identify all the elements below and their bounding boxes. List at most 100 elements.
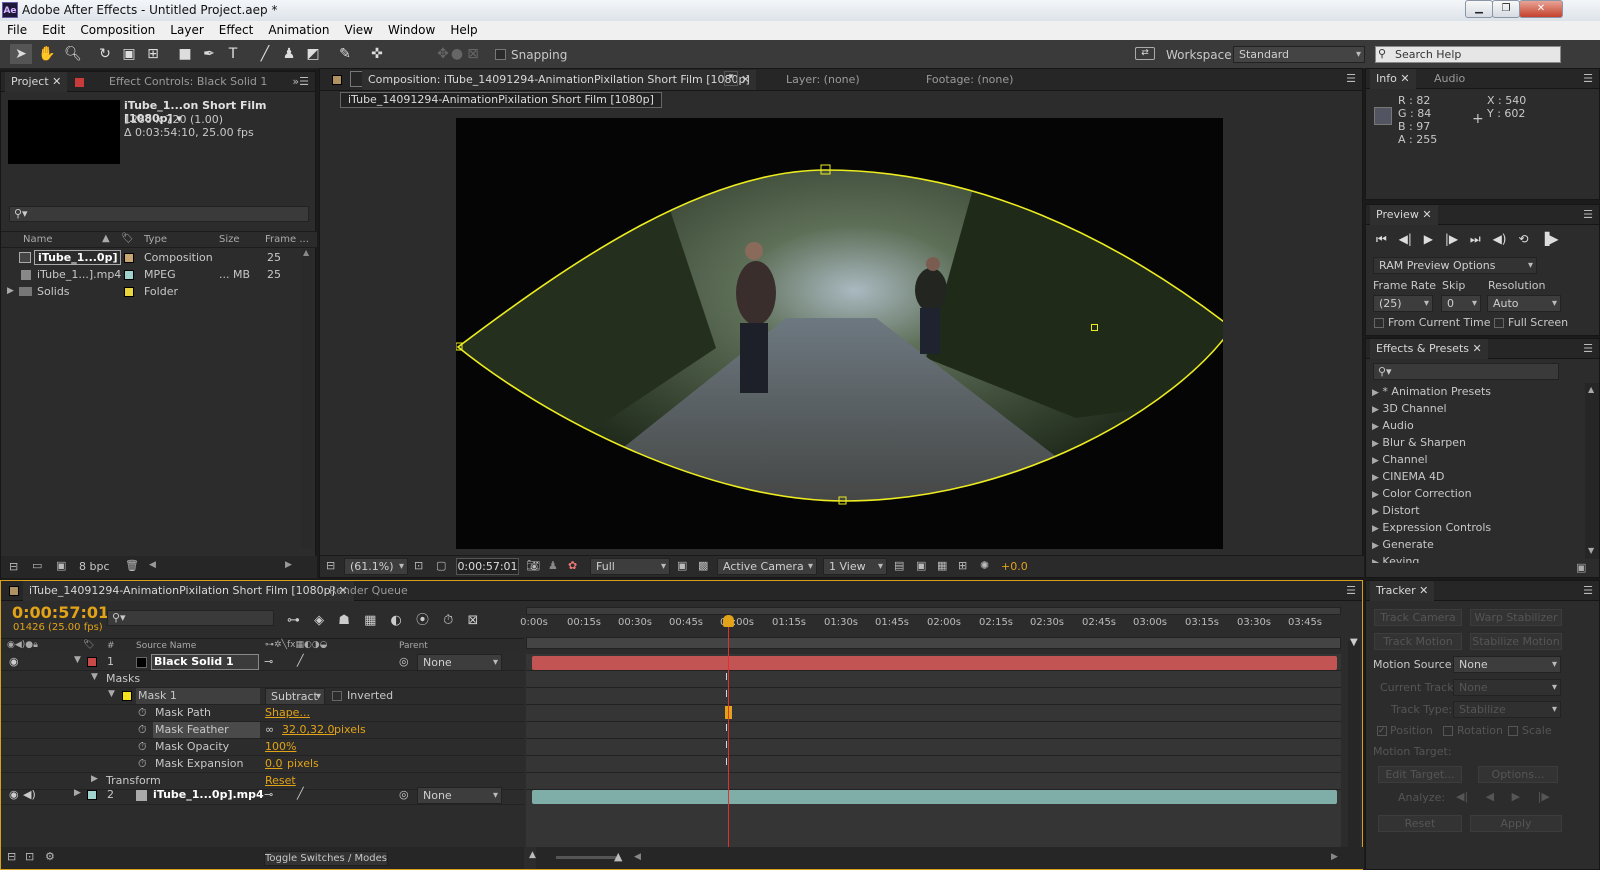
tab-footage[interactable]: Footage: (none) [920, 70, 1019, 90]
tab-composition[interactable]: Composition: iTube_14091294-AnimationPix… [362, 70, 756, 90]
snapshot-icon[interactable]: 📷︎ [526, 559, 540, 572]
mask-visibility-icon[interactable]: ▢ [436, 559, 446, 572]
panel-menu-icon[interactable]: »☰ [292, 75, 309, 88]
panel-menu-icon[interactable]: ☰ [1583, 342, 1593, 355]
type-tool-icon[interactable]: T [222, 44, 244, 64]
shy-switch-icon[interactable]: ⊸ [264, 655, 273, 668]
effects-search-input[interactable]: ⚲▾ [1373, 363, 1559, 380]
layer-name[interactable]: Black Solid 1 [151, 654, 259, 670]
mask-vertex-right[interactable] [1091, 324, 1098, 331]
col-type[interactable]: Type [144, 234, 167, 245]
panel-menu-icon[interactable]: ☰ [1583, 584, 1593, 597]
tab-timeline[interactable]: iTube_14091294-AnimationPixilation Short… [23, 581, 354, 601]
comp-tab-dropdown-icon[interactable]: ▾ [724, 71, 738, 86]
frame-blending-icon[interactable]: ▦ [364, 613, 376, 628]
close-button[interactable]: ✕ [1519, 0, 1563, 18]
inverted-checkbox[interactable] [332, 691, 342, 701]
safe-zones-icon[interactable]: ⊡ [414, 559, 423, 572]
expand-stretch-icon[interactable]: ⚙ [45, 850, 55, 863]
reset-button[interactable]: Reset [1378, 815, 1462, 832]
label-color-swatch[interactable] [124, 270, 134, 280]
scroll-left-icon[interactable]: ◀ [149, 560, 156, 570]
workspace-sync-icon[interactable]: ⇄ [1135, 47, 1155, 60]
delete-icon[interactable]: 🗑︎ [125, 559, 139, 572]
tab-project[interactable]: Project ✕ [5, 72, 68, 92]
previous-frame-icon[interactable]: ◀| [1399, 232, 1412, 246]
shy-switch-icon[interactable]: ⊸ [264, 788, 273, 801]
list-item[interactable]: ▶ Generate [1366, 536, 1584, 553]
zoom-tool-icon[interactable]: 🔍︎ [62, 44, 84, 64]
playhead-icon[interactable] [723, 615, 734, 627]
channel-icon[interactable]: ✿ [568, 559, 577, 572]
ram-preview-options-select[interactable]: RAM Preview Options [1373, 257, 1537, 274]
track-camera-button[interactable]: Track Camera [1374, 609, 1462, 626]
expand-triangle-icon[interactable]: ▶ [91, 774, 98, 784]
layer-1-bar[interactable] [532, 656, 1337, 670]
list-item[interactable]: ▶ Distort [1366, 502, 1584, 519]
flowchart-icon[interactable]: ⊞ [958, 559, 967, 572]
menu-composition[interactable]: Composition [73, 21, 163, 37]
full-screen-checkbox[interactable] [1494, 318, 1504, 328]
view-layout-select[interactable]: 1 View [823, 558, 887, 575]
list-item[interactable]: iTube_1...].mp4 MPEG ... MB 25 [1, 266, 315, 283]
stopwatch-icon[interactable]: ⏱ [138, 706, 147, 720]
play-icon[interactable]: ▶ [1424, 232, 1433, 246]
list-item[interactable]: ▶ Keying [1366, 553, 1584, 563]
expand-triangle-icon[interactable]: ▶ [7, 283, 14, 300]
rectangle-tool-icon[interactable]: ■ [174, 44, 196, 64]
auto-keyframe-icon[interactable]: ⏱ [443, 613, 453, 628]
close-tab-icon[interactable]: ✕ [741, 73, 750, 86]
tab-tracker[interactable]: Tracker ✕ [1370, 581, 1435, 601]
mask-expansion-value[interactable]: 0.0 [265, 757, 283, 770]
show-snapshot-icon[interactable]: ♟ [548, 559, 558, 572]
list-item[interactable]: ▶ Audio [1366, 417, 1584, 434]
collapse-triangle-icon[interactable]: ▼ [91, 672, 98, 682]
pen-tool-icon[interactable]: ✒ [198, 44, 220, 64]
label-color-swatch[interactable] [124, 253, 134, 263]
list-item[interactable]: ▶ Expression Controls [1366, 519, 1584, 536]
next-frame-icon[interactable]: |▶ [1445, 232, 1458, 246]
stabilize-motion-button[interactable]: Stabilize Motion [1470, 633, 1562, 650]
visibility-eye-icon[interactable]: ◉ [9, 788, 19, 801]
mask-path-row[interactable]: ⏱ Mask Path Shape... [1, 705, 524, 722]
list-item[interactable]: ▶ Channel [1366, 451, 1584, 468]
effects-scrollbar[interactable] [1585, 383, 1599, 559]
analyze-forward-frame-icon[interactable]: |▶ [1538, 790, 1550, 803]
hand-tool-icon[interactable]: ✋ [36, 44, 58, 64]
scroll-right-icon[interactable]: ▶ [1331, 852, 1338, 862]
mask-1-row[interactable]: ▼ Mask 1 Subtract Inverted [1, 688, 524, 705]
scroll-down-icon[interactable]: ▼ [1588, 546, 1594, 555]
fast-preview-icon[interactable]: ▣ [916, 559, 926, 572]
menu-help[interactable]: Help [443, 21, 485, 37]
loop-icon[interactable]: ⟲ [1518, 232, 1528, 246]
quality-switch-icon[interactable]: ╱ [297, 787, 304, 800]
timeline-scrollbar[interactable] [1348, 641, 1360, 847]
pan-behind-tool-icon[interactable]: ⊞ [142, 44, 164, 64]
scale-checkbox[interactable] [1508, 726, 1518, 736]
panel-menu-icon[interactable]: ☰ [1583, 208, 1593, 221]
mute-icon[interactable]: ◀) [1493, 232, 1507, 246]
list-item[interactable]: ▶ Color Correction [1366, 485, 1584, 502]
collapse-triangle-icon[interactable]: ▼ [108, 689, 115, 699]
work-area-bar[interactable] [526, 607, 1341, 615]
ram-preview-icon[interactable]: ▐▶ [1540, 232, 1558, 246]
layer-label-swatch[interactable] [87, 790, 97, 800]
menu-window[interactable]: Window [381, 21, 443, 37]
list-item[interactable]: ▶ 3D Channel [1366, 400, 1584, 417]
comp-button-icon[interactable]: ▼ [1350, 637, 1358, 648]
tab-audio[interactable]: Audio [1428, 69, 1471, 89]
col-size[interactable]: Size [219, 234, 240, 245]
list-item[interactable]: ▶ Solids Folder [1, 283, 315, 300]
list-item[interactable]: ▶ * Animation Presets [1366, 383, 1584, 400]
scroll-up-icon[interactable]: ▲ [1588, 385, 1594, 394]
stopwatch-icon[interactable]: ⏱ [138, 740, 147, 754]
layer-2-bar[interactable] [532, 790, 1337, 804]
current-time-field[interactable]: 0:00:57:01 [456, 558, 519, 575]
from-current-time-checkbox[interactable] [1374, 318, 1384, 328]
zoom-slider[interactable] [556, 856, 616, 859]
analyze-back-frame-icon[interactable]: ◀| [1456, 790, 1468, 803]
magnification-select[interactable]: (61.1%) [344, 558, 408, 575]
analyze-backward-icon[interactable]: ◀ [1486, 790, 1494, 803]
breadcrumb[interactable]: iTube_14091294-AnimationPixilation Short… [340, 92, 662, 108]
minimize-button[interactable]: ▁ [1465, 0, 1493, 18]
